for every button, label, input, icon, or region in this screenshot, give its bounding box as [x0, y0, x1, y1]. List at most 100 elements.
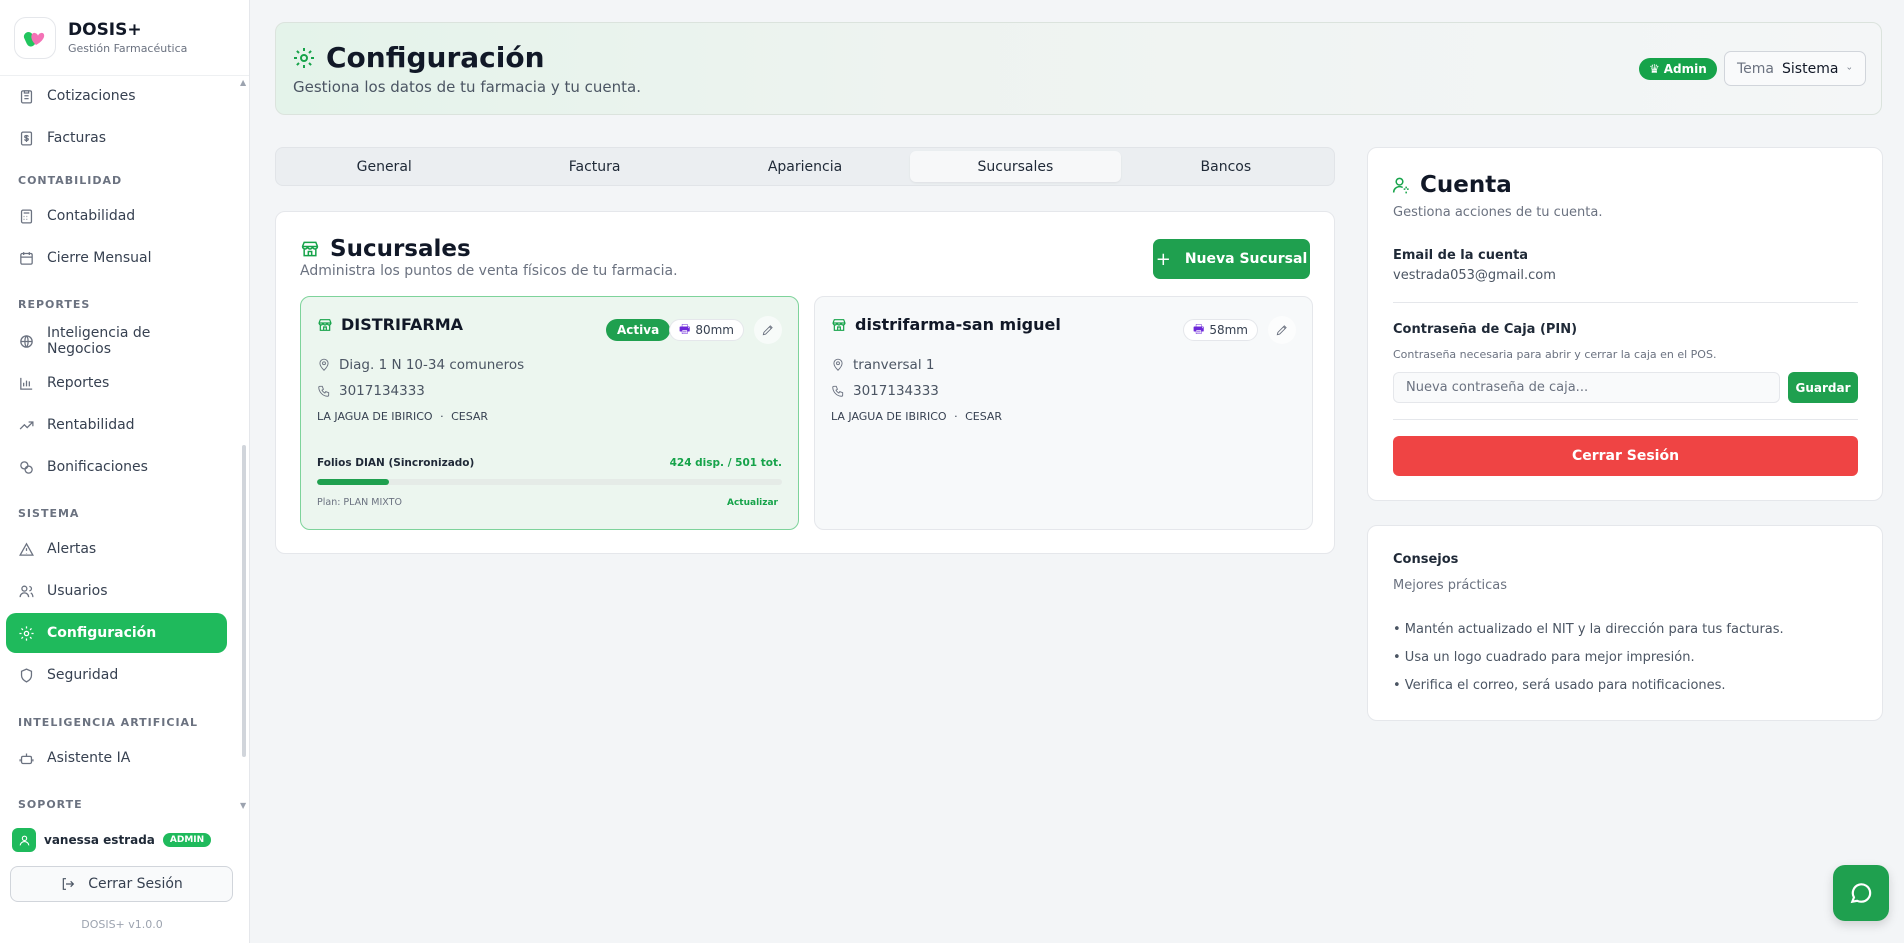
- user-gear-icon: [1392, 177, 1409, 194]
- pill-heart-logo-icon: [14, 16, 56, 59]
- section-reportes: REPORTES: [18, 298, 91, 311]
- brand[interactable]: DOSIS+ Gestión Farmacéutica: [0, 0, 249, 76]
- plus-icon: +: [1155, 248, 1171, 270]
- sidebar-item-bonificaciones[interactable]: Bonificaciones: [6, 447, 227, 487]
- pin-input[interactable]: [1393, 372, 1780, 403]
- tip-item: • Usa un logo cuadrado para mejor impres…: [1393, 650, 1695, 665]
- sucursales-panel: Sucursales Administra los puntos de vent…: [275, 211, 1335, 554]
- tab-bancos[interactable]: Bancos: [1121, 151, 1331, 182]
- sidebar-item-rentabilidad[interactable]: Rentabilidad: [6, 405, 227, 445]
- branch-phone: 3017134333: [317, 383, 425, 399]
- chat-button[interactable]: [1833, 865, 1889, 921]
- sidebar-item-label: Usuarios: [47, 583, 108, 599]
- theme-value: Sistema: [1782, 60, 1839, 77]
- sidebar-item-label: Inteligencia de Negocios: [47, 325, 151, 357]
- cuenta-title-text: Cuenta: [1420, 172, 1512, 198]
- branch-card-san-miguel[interactable]: distrifarma-san miguel 🖶 58mm tranversal…: [814, 296, 1313, 530]
- tip-item: • Verifica el correo, será usado para no…: [1393, 678, 1726, 693]
- theme-label: Tema: [1737, 60, 1775, 77]
- tab-apariencia[interactable]: Apariencia: [700, 151, 910, 182]
- sidebar-item-asistente-ia[interactable]: Asistente IA: [6, 738, 227, 778]
- robot-icon: [19, 753, 34, 764]
- users-icon: [19, 585, 34, 597]
- user-avatar-icon: [12, 828, 36, 852]
- edit-branch-button[interactable]: [1268, 316, 1296, 344]
- logout-button[interactable]: Cerrar Sesión: [1393, 436, 1858, 476]
- invoice-icon: [20, 130, 33, 146]
- department-text: CESAR: [965, 410, 1003, 423]
- sidebar-item-usuarios[interactable]: Usuarios: [6, 571, 227, 611]
- gear-icon: [294, 47, 314, 68]
- brand-subtitle: Gestión Farmacéutica: [68, 42, 188, 55]
- sidebar-item-label: Bonificaciones: [47, 459, 148, 475]
- phone-icon: [832, 385, 844, 397]
- edit-branch-button[interactable]: [754, 316, 782, 344]
- sidebar-nav: Cotizaciones Facturas CONTABILIDAD Conta…: [0, 76, 250, 812]
- sidebar-item-cierre-mensual[interactable]: Cierre Mensual: [6, 238, 227, 278]
- tip-item: • Mantén actualizado el NIT y la direcci…: [1393, 622, 1784, 637]
- sidebar-item-inteligencia-negocios[interactable]: Inteligencia de Negocios: [6, 321, 227, 361]
- sidebar-item-configuracion[interactable]: Configuración: [6, 613, 227, 653]
- section-soporte: SOPORTE: [18, 798, 83, 811]
- cuenta-title: Cuenta: [1392, 172, 1512, 198]
- email-value: vestrada053@gmail.com: [1393, 268, 1556, 283]
- sidebar-item-cotizaciones[interactable]: Cotizaciones: [6, 76, 227, 116]
- section-sistema: SISTEMA: [18, 507, 80, 520]
- folios-progress-fill: [317, 479, 389, 485]
- department-text: CESAR: [451, 410, 489, 423]
- page-title-text: Configuración: [326, 41, 545, 74]
- scroll-down-arrow[interactable]: ▼: [240, 801, 246, 810]
- location-separator: ·: [440, 410, 444, 423]
- sidebar-item-label: Seguridad: [47, 667, 119, 683]
- sidebar-item-seguridad[interactable]: Seguridad: [6, 655, 227, 695]
- store-icon: [318, 318, 332, 331]
- branch-address: Diag. 1 N 10-34 comuneros: [317, 357, 524, 373]
- theme-select[interactable]: Tema Sistema: [1724, 51, 1866, 86]
- consejos-subtitle: Mejores prácticas: [1393, 578, 1508, 593]
- sidebar-item-reportes[interactable]: Reportes: [6, 363, 227, 403]
- branch-location: LA JAGUA DE IBIRICO · CESAR: [317, 410, 488, 423]
- folios-value: 424 disp. / 501 tot.: [669, 457, 782, 469]
- brand-title: DOSIS+: [68, 20, 142, 40]
- divider: [1393, 419, 1858, 420]
- update-folios-link[interactable]: Actualizar: [727, 498, 778, 508]
- user-role-badge: ADMIN: [162, 833, 212, 847]
- cuenta-panel: Cuenta Gestiona acciones de tu cuenta. E…: [1367, 147, 1883, 501]
- branch-card-distrifarma[interactable]: DISTRIFARMA Activa 🖶 80mm Diag. 1 N 10-3…: [300, 296, 799, 530]
- pencil-icon: [1276, 325, 1287, 336]
- admin-badge: ♛ Admin: [1639, 58, 1717, 80]
- sidebar-item-label: Alertas: [47, 541, 97, 557]
- sidebar-item-label: Rentabilidad: [47, 417, 135, 433]
- sidebar-item-label: Facturas: [47, 130, 107, 146]
- sidebar-item-alertas[interactable]: Alertas: [6, 529, 227, 569]
- section-inteligencia-artificial: INTELIGENCIA ARTIFICIAL: [18, 716, 199, 729]
- cuenta-subtitle: Gestiona acciones de tu cuenta.: [1393, 205, 1603, 220]
- page-title: Configuración: [292, 41, 545, 74]
- store-icon: [301, 241, 319, 257]
- tab-factura[interactable]: Factura: [489, 151, 699, 182]
- phone-text: 3017134333: [339, 383, 425, 399]
- sidebar-scrollbar[interactable]: [242, 445, 246, 757]
- status-badge: Activa: [606, 319, 671, 341]
- trending-up-icon: [19, 420, 34, 429]
- printer-icon: 🖶: [1193, 321, 1205, 336]
- sidebar-logout-button[interactable]: Cerrar Sesión: [10, 866, 233, 902]
- branch-name-text: distrifarma-san miguel: [855, 315, 1061, 334]
- branch-address: tranversal 1: [831, 357, 934, 373]
- store-icon: [832, 318, 846, 331]
- email-label: Email de la cuenta: [1393, 248, 1529, 263]
- sidebar-item-label: Reportes: [47, 375, 110, 391]
- save-pin-button[interactable]: Guardar: [1788, 372, 1858, 403]
- sidebar-item-facturas[interactable]: Facturas: [6, 118, 227, 158]
- logout-label: Cerrar Sesión: [88, 876, 183, 892]
- gear-icon: [19, 625, 34, 641]
- tab-sucursales[interactable]: Sucursales: [910, 151, 1121, 182]
- tab-general[interactable]: General: [279, 151, 489, 182]
- address-text: tranversal 1: [853, 357, 935, 373]
- new-branch-button[interactable]: + Nueva Sucursal: [1153, 239, 1310, 279]
- settings-tabs: General Factura Apariencia Sucursales Ba…: [275, 147, 1335, 186]
- sidebar-item-label: Asistente IA: [47, 750, 131, 766]
- sucursales-title: Sucursales: [300, 236, 471, 262]
- sidebar-item-contabilidad[interactable]: Contabilidad: [6, 196, 227, 236]
- scroll-up-arrow[interactable]: ▲: [240, 78, 246, 87]
